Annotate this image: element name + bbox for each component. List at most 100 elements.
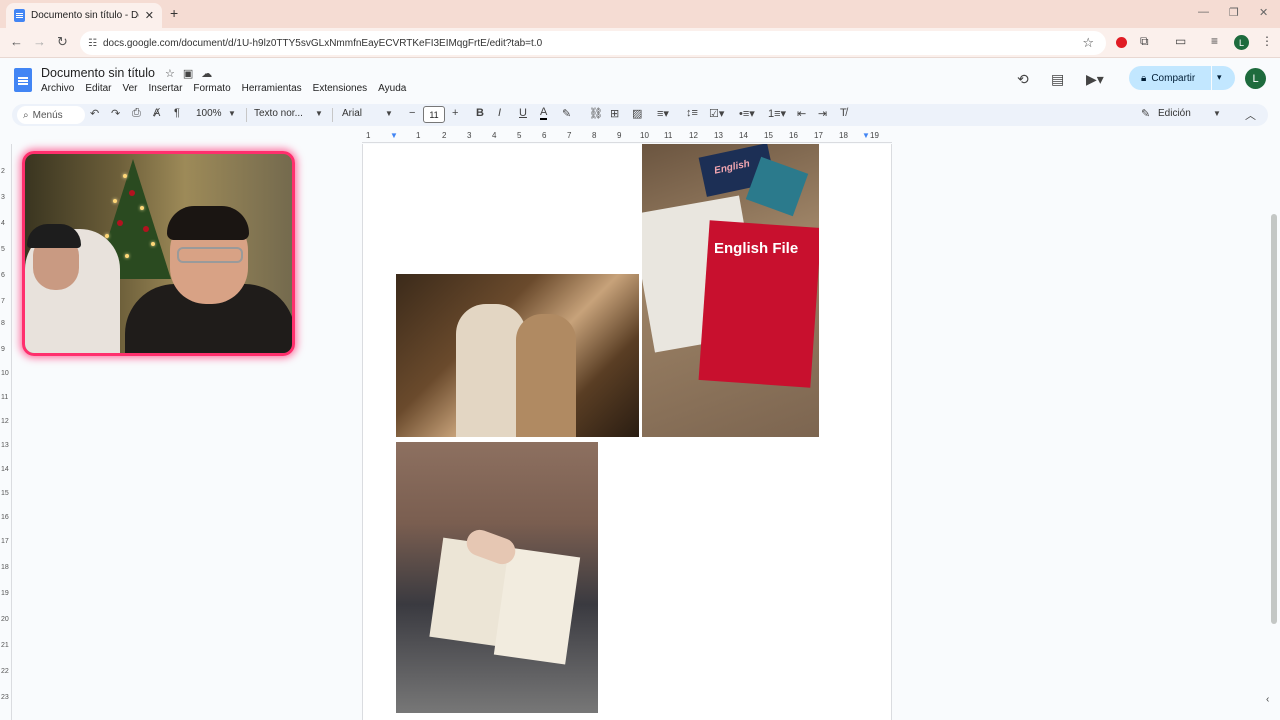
tree-ornament bbox=[129, 190, 135, 196]
menu-editar[interactable]: Editar bbox=[85, 83, 111, 94]
zoom-dropdown-icon[interactable]: ▼ bbox=[228, 109, 236, 118]
close-tab-icon[interactable]: ✕ bbox=[145, 9, 154, 22]
numbered-list-icon[interactable]: 1≡▾ bbox=[768, 107, 786, 120]
undo-icon[interactable]: ↶ bbox=[90, 107, 99, 120]
ruler-number: 9 bbox=[1, 346, 5, 353]
cloud-saved-icon[interactable]: ☁ bbox=[201, 67, 212, 80]
opera-extension-icon[interactable] bbox=[1116, 37, 1127, 48]
ruler-number: 20 bbox=[1, 616, 9, 623]
menu-ver[interactable]: Ver bbox=[122, 83, 137, 94]
vertical-ruler[interactable]: 2 3 4 5 6 7 8 9 10 11 12 13 14 15 16 17 … bbox=[0, 144, 12, 720]
italic-icon[interactable]: I bbox=[498, 107, 501, 119]
insert-image-icon[interactable]: ▨ bbox=[632, 107, 642, 120]
person-figure bbox=[516, 314, 576, 437]
ruler-number: 14 bbox=[1, 466, 9, 473]
increase-indent-icon[interactable]: ⇥ bbox=[818, 107, 827, 120]
hug-photo[interactable] bbox=[396, 274, 639, 437]
edit-mode-pencil-icon[interactable]: ✎ bbox=[1141, 107, 1150, 120]
browser-profile-avatar[interactable]: L bbox=[1234, 35, 1249, 50]
menu-archivo[interactable]: Archivo bbox=[41, 83, 74, 94]
indent-marker-icon[interactable]: ▼ bbox=[390, 131, 398, 140]
version-history-icon[interactable]: ⟲ bbox=[1017, 71, 1029, 88]
insert-link-icon[interactable]: ⛓ bbox=[589, 107, 603, 120]
comments-icon[interactable]: ▤ bbox=[1051, 71, 1064, 88]
line-spacing-icon[interactable]: ↕≡ bbox=[686, 107, 698, 119]
horizontal-ruler[interactable]: 1 ▼ 1 2 3 4 5 6 7 8 9 10 11 12 13 14 15 … bbox=[362, 131, 892, 143]
hair bbox=[167, 206, 249, 240]
menu-insertar[interactable]: Insertar bbox=[149, 83, 183, 94]
extensions-icon[interactable]: ⧉ bbox=[1140, 34, 1149, 49]
collapse-toolbar-icon[interactable]: ︿ bbox=[1245, 107, 1256, 123]
move-folder-icon[interactable]: ▣ bbox=[183, 67, 193, 80]
editing-mode-select[interactable]: Edición bbox=[1158, 108, 1191, 119]
bullet-list-icon[interactable]: •≡▾ bbox=[739, 107, 755, 120]
spellcheck-icon[interactable]: Ⱥ bbox=[153, 107, 160, 119]
reading-list-icon[interactable]: ≡ bbox=[1211, 34, 1218, 48]
print-icon[interactable]: ⎙ bbox=[132, 107, 141, 120]
star-icon[interactable]: ☆ bbox=[165, 67, 175, 80]
clear-formatting-icon[interactable]: T̸ bbox=[840, 107, 847, 119]
minimize-icon[interactable]: — bbox=[1198, 6, 1209, 18]
right-indent-marker-icon[interactable]: ▼ bbox=[862, 131, 870, 140]
bookmark-star-icon[interactable]: ☆ bbox=[1082, 35, 1094, 51]
address-bar[interactable]: ☷ docs.google.com/document/d/1U-h9lz0TTY… bbox=[80, 31, 1106, 55]
browser-menu-icon[interactable]: ⋮ bbox=[1261, 34, 1273, 48]
add-comment-icon[interactable]: ⊞ bbox=[610, 107, 619, 120]
reading-book-photo[interactable] bbox=[396, 442, 598, 713]
document-page[interactable]: English English File bbox=[362, 144, 892, 720]
mode-dropdown-icon[interactable]: ▼ bbox=[1213, 109, 1221, 118]
ruler-number: 18 bbox=[839, 131, 848, 140]
menu-bar: Archivo Editar Ver Insertar Formato Herr… bbox=[41, 83, 417, 94]
style-select[interactable]: Texto nor... bbox=[254, 108, 303, 119]
ruler-number: 10 bbox=[640, 131, 649, 140]
share-divider bbox=[1211, 66, 1212, 90]
meet-video-icon[interactable]: ▶▾ bbox=[1086, 71, 1104, 88]
style-dropdown-icon[interactable]: ▼ bbox=[315, 109, 323, 118]
reload-icon[interactable]: ↻ bbox=[57, 34, 68, 50]
docs-logo-icon[interactable] bbox=[14, 68, 32, 92]
cast-icon[interactable]: ▭ bbox=[1175, 34, 1186, 48]
browser-tab-strip: Documento sin título - Docume ✕ + — ❐ ✕ bbox=[0, 0, 1280, 28]
bold-icon[interactable]: B bbox=[476, 107, 484, 119]
zoom-select[interactable]: 100% bbox=[196, 108, 222, 119]
font-select[interactable]: Arial bbox=[342, 108, 362, 119]
document-title[interactable]: Documento sin título bbox=[41, 66, 155, 80]
underline-icon[interactable]: U bbox=[519, 107, 527, 119]
browser-tab[interactable]: Documento sin título - Docume ✕ bbox=[6, 3, 162, 28]
text-color-icon[interactable]: A bbox=[540, 107, 548, 120]
decrease-font-size-icon[interactable]: − bbox=[409, 107, 415, 119]
redo-icon[interactable]: ↷ bbox=[111, 107, 120, 120]
account-avatar[interactable]: L bbox=[1245, 68, 1266, 89]
share-button[interactable]: 🔒︎ Compartir ▾ bbox=[1129, 66, 1235, 90]
menu-ayuda[interactable]: Ayuda bbox=[378, 83, 406, 94]
forward-icon[interactable]: → bbox=[33, 34, 46, 49]
scrollbar-thumb[interactable] bbox=[1271, 214, 1277, 624]
new-tab-icon[interactable]: + bbox=[170, 5, 178, 21]
font-size-input[interactable]: 11 bbox=[423, 106, 445, 123]
window-close-icon[interactable]: ✕ bbox=[1259, 6, 1268, 19]
maximize-icon[interactable]: ❐ bbox=[1229, 6, 1239, 19]
menu-formato[interactable]: Formato bbox=[193, 83, 230, 94]
highlight-icon[interactable]: ✎ bbox=[562, 107, 571, 120]
align-icon[interactable]: ≡▾ bbox=[657, 107, 669, 120]
back-icon[interactable]: ← bbox=[10, 34, 23, 49]
font-dropdown-icon[interactable]: ▼ bbox=[385, 109, 393, 118]
menu-search[interactable]: ⌕ Menús bbox=[17, 106, 85, 124]
decrease-indent-icon[interactable]: ⇤ bbox=[797, 107, 806, 120]
increase-font-size-icon[interactable]: + bbox=[452, 107, 458, 119]
checklist-icon[interactable]: ☑▾ bbox=[709, 107, 724, 120]
side-panel-toggle-icon[interactable]: ‹ bbox=[1266, 694, 1269, 705]
paint-format-icon[interactable]: ¶ bbox=[174, 107, 180, 119]
browser-toolbar: ← → ↻ ☷ docs.google.com/document/d/1U-h9… bbox=[0, 28, 1280, 58]
english-file-book-photo[interactable]: English English File bbox=[642, 144, 819, 437]
ruler-number: 4 bbox=[1, 220, 5, 227]
tree-light bbox=[140, 206, 144, 210]
menu-herramientas[interactable]: Herramientas bbox=[242, 83, 302, 94]
search-icon: ⌕ bbox=[23, 109, 29, 121]
ruler-number: 7 bbox=[1, 298, 5, 305]
share-dropdown-icon[interactable]: ▾ bbox=[1217, 72, 1222, 83]
menu-extensiones[interactable]: Extensiones bbox=[313, 83, 367, 94]
toolbar-divider bbox=[246, 108, 247, 122]
site-info-icon[interactable]: ☷ bbox=[88, 38, 97, 49]
ruler-number: 14 bbox=[739, 131, 748, 140]
